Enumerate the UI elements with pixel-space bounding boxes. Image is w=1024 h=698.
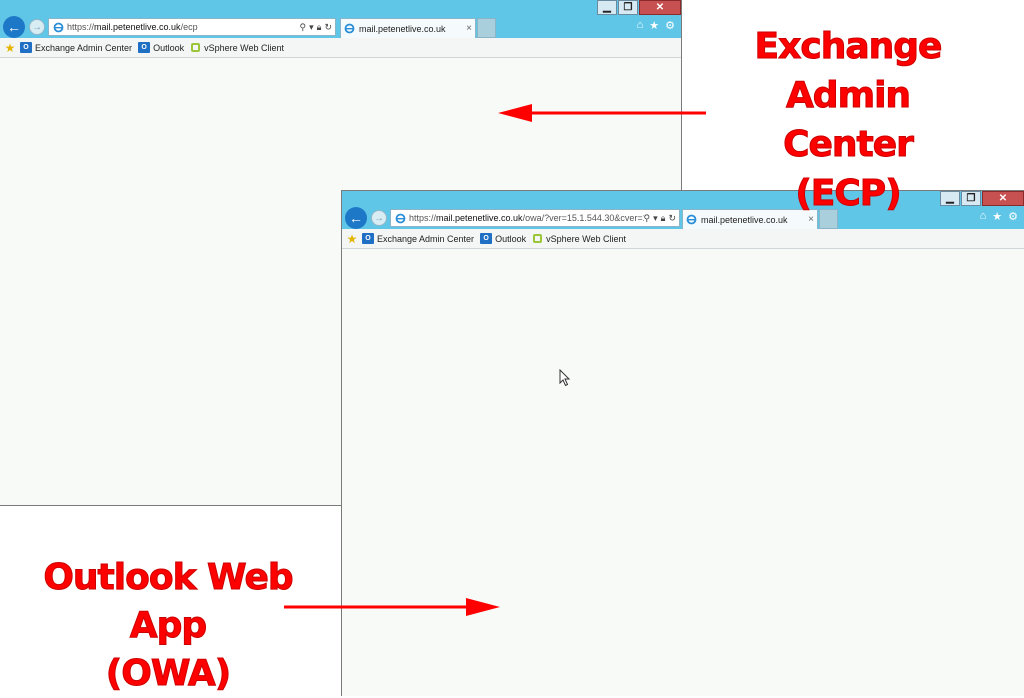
ie-logo-icon: [344, 23, 356, 35]
annotation-line: Admin Center: [783, 75, 915, 166]
favorites-bar: ★ O Exchange Admin Center O Outlook vSpher…: [342, 229, 1024, 249]
url-text: https://mail.petenetlive.co.uk/ecp: [67, 22, 300, 32]
url-text: https://mail.petenetlive.co.uk/owa/?ver=…: [409, 213, 644, 223]
gear-icon[interactable]: ⚙: [1008, 210, 1018, 223]
favorite-outlook[interactable]: O Outlook: [138, 42, 184, 53]
address-bar[interactable]: https://mail.petenetlive.co.uk/owa/?ver=…: [390, 209, 680, 227]
star-icon[interactable]: ★: [992, 210, 1002, 223]
refresh-icon[interactable]: ↻: [668, 213, 676, 224]
outlook-icon: O: [20, 42, 32, 53]
url-path: /ecp: [180, 22, 198, 32]
browser-tab[interactable]: mail.petenetlive.co.uk ×: [340, 18, 476, 38]
favorite-label: Exchange Admin Center: [35, 42, 133, 53]
lock-icon[interactable]: 🔒︎: [661, 213, 666, 224]
favorite-label: Exchange Admin Center: [377, 233, 475, 244]
annotation-line: (ECP): [795, 173, 902, 215]
favorite-vsphere-web-client[interactable]: vSphere Web Client: [190, 42, 284, 53]
favorite-outlook[interactable]: O Outlook: [480, 233, 526, 244]
favorite-label: Outlook: [495, 233, 527, 244]
mouse-cursor-icon: [559, 369, 571, 387]
url-prefix: https://: [409, 213, 437, 223]
owa-arrow: [284, 598, 500, 616]
search-icon[interactable]: ⚲: [644, 213, 651, 224]
forward-arrow-icon[interactable]: →: [29, 19, 45, 35]
close-button[interactable]: ✕: [982, 191, 1024, 206]
address-bar[interactable]: https://mail.petenetlive.co.uk/ecp ⚲ ▾ 🔒…: [48, 18, 336, 36]
vsphere-icon: [190, 42, 201, 53]
ie-logo-icon: [686, 214, 698, 226]
add-favorites-icon[interactable]: ★: [3, 41, 17, 55]
ie-logo-icon: [394, 212, 406, 224]
outlook-icon: O: [480, 233, 493, 244]
search-icon[interactable]: ⚲: [300, 22, 307, 33]
ecp-arrow: [498, 104, 706, 122]
ecp-annotation: Exchange Admin Center (ECP): [722, 22, 974, 218]
owa-annotation: Outlook Web App (OWA): [18, 554, 318, 698]
new-tab-button[interactable]: [477, 18, 496, 38]
close-button[interactable]: ✕: [639, 0, 681, 15]
annotation-line: (OWA): [105, 653, 231, 695]
annotation-line: Outlook Web App: [43, 557, 294, 647]
dropdown-icon[interactable]: ▾: [309, 22, 314, 33]
minimize-button[interactable]: ▁: [597, 0, 617, 15]
favorites-bar: ★ O Exchange Admin Center O Outlook vSpher…: [0, 38, 681, 58]
add-favorites-icon[interactable]: ★: [345, 232, 359, 246]
outlook-icon: O: [362, 233, 374, 244]
vsphere-icon: [532, 233, 543, 244]
owa-browser-window: ▁ ❐ ✕ ← → https://mail.petenetlive.co.uk…: [341, 190, 1024, 696]
tab-title: mail.petenetlive.co.uk: [359, 23, 446, 34]
back-arrow-icon[interactable]: ←: [3, 16, 25, 38]
favorite-label: vSphere Web Client: [204, 42, 284, 53]
back-arrow-icon[interactable]: ←: [345, 207, 367, 229]
home-icon[interactable]: ⌂: [637, 19, 644, 32]
url-domain: mail.petenetlive.co.uk: [436, 213, 523, 223]
restore-button[interactable]: ❐: [618, 0, 638, 15]
lock-icon[interactable]: 🔒︎: [317, 22, 322, 33]
address-bar-icons: ⚲ ▾ 🔒︎ ↻: [300, 22, 335, 33]
outlook-icon: O: [138, 42, 151, 53]
tab-close-icon[interactable]: ×: [463, 23, 475, 34]
address-bar-icons: ⚲ ▾ 🔒︎ ↻: [644, 213, 679, 224]
home-icon[interactable]: ⌂: [980, 210, 987, 223]
browser-tools: ⌂ ★ ⚙: [637, 19, 675, 32]
favorite-exchange-admin-center[interactable]: O Exchange Admin Center: [20, 42, 132, 53]
favorite-vsphere-web-client[interactable]: vSphere Web Client: [532, 233, 626, 244]
favorite-label: Outlook: [153, 42, 185, 53]
url-prefix: https://: [67, 22, 95, 32]
refresh-icon[interactable]: ↻: [324, 22, 332, 33]
star-icon[interactable]: ★: [649, 19, 659, 32]
ie-logo-icon: [52, 21, 64, 33]
annotation-line: Exchange: [754, 26, 943, 68]
url-path: /owa/?ver=15.1.544.30&cver=15.: [522, 213, 644, 223]
owa-page-content: [342, 249, 1024, 696]
favorite-exchange-admin-center[interactable]: O Exchange Admin Center: [362, 233, 474, 244]
dropdown-icon[interactable]: ▾: [653, 213, 658, 224]
titlebar: ▁ ❐ ✕ ← → https://mail.petenetlive.co.uk…: [0, 0, 681, 38]
forward-arrow-icon[interactable]: →: [371, 210, 387, 226]
favorite-label: vSphere Web Client: [546, 233, 626, 244]
window-caption-buttons: ▁ ❐ ✕: [596, 0, 681, 15]
gear-icon[interactable]: ⚙: [665, 19, 675, 32]
browser-tools: ⌂ ★ ⚙: [980, 210, 1018, 223]
url-domain: mail.petenetlive.co.uk: [94, 22, 181, 32]
